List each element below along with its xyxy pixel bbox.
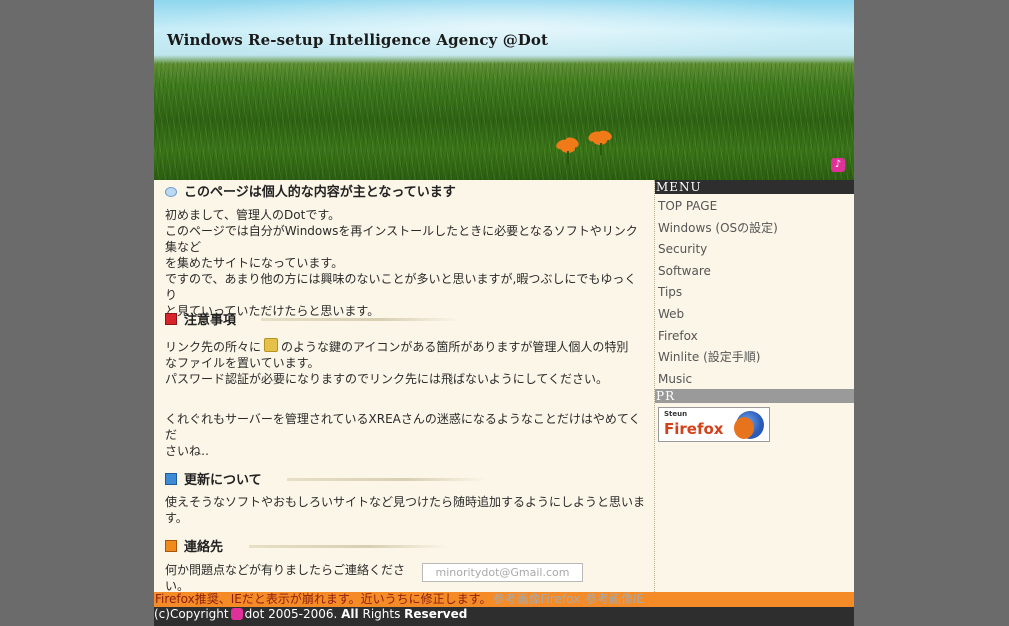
notice-paragraph: リンク先の所々に のような鍵のアイコンがある箇所がありますが管理人個人の特別 なフ… bbox=[165, 338, 645, 387]
banner-text: Firefox bbox=[664, 420, 724, 438]
section-divider bbox=[249, 545, 449, 548]
section-heading-notice: 注意事項 bbox=[165, 309, 461, 328]
banner-text: Steun bbox=[664, 410, 688, 418]
page-container: Windows Re-setup Intelligence Agency @Do… bbox=[154, 0, 854, 626]
menu-item-windows[interactable]: Windows (OSの設定) bbox=[658, 220, 778, 236]
text-line: くれぐれもサーバーを管理されているXREAさんの迷惑になるようなことだけはやめて… bbox=[165, 412, 641, 442]
email-address-image: minoritydot@Gmail.com bbox=[422, 563, 583, 582]
updates-paragraph: 使えそうなソフトやおもしろいサイトなど見つけたら随時追加するようにしようと思いま… bbox=[165, 494, 645, 526]
flower-icon bbox=[586, 128, 616, 158]
text-line: パスワード認証が必要になりますのでリンク先には飛ばないようにしてください。 bbox=[165, 372, 609, 386]
blue-flag-icon bbox=[165, 473, 177, 485]
firefox-logo-icon bbox=[734, 411, 764, 439]
copyright-all: All bbox=[341, 607, 359, 621]
flower-icon bbox=[554, 135, 584, 166]
speech-bubble-icon bbox=[165, 187, 177, 197]
text-line: さいね‥ bbox=[165, 444, 210, 458]
section-title: 注意事項 bbox=[184, 313, 237, 328]
sidebar: MENU TOP PAGE Windows (OSの設定) Security S… bbox=[654, 180, 854, 592]
section-heading-updates: 更新について bbox=[165, 469, 487, 488]
menu-item-web[interactable]: Web bbox=[658, 306, 684, 322]
text-line: を集めたサイトになっています。 bbox=[165, 256, 344, 270]
menu-heading: MENU bbox=[655, 180, 854, 194]
text-fragment: のような鍵のアイコンがある箇所がありますが管理人個人の特別 bbox=[281, 340, 629, 354]
text-fragment: リンク先の所々に bbox=[165, 340, 262, 354]
orange-flag-icon bbox=[165, 540, 177, 552]
text-line: 何か問題点などが有りましたらご連絡ください。 bbox=[165, 563, 406, 593]
footer-note-text: Firefox推奨、IEだと表示が崩れます。近いうちに修正します。 bbox=[155, 592, 492, 606]
text-line: なファイルを置いています。 bbox=[165, 356, 320, 370]
section-divider bbox=[287, 478, 487, 481]
screenshot-firefox-link[interactable]: 参考画像Firefox bbox=[491, 592, 580, 606]
copyright-rights: Rights bbox=[362, 607, 401, 621]
grass-texture bbox=[154, 62, 854, 180]
music-note-icon[interactable]: ♪ bbox=[831, 158, 845, 172]
text-line: このページでは自分がWindowsを再インストールしたときに必要となるソフトやリ… bbox=[165, 224, 638, 254]
menu-item-music[interactable]: Music bbox=[658, 371, 692, 387]
screenshot-ie-link[interactable]: 参考画像IE bbox=[584, 592, 644, 606]
text-line: 使えそうなソフトやおもしろいサイトなど見つけたら随時追加するようにしようと思いま… bbox=[165, 495, 646, 525]
copyright-prefix: (c)Copyright bbox=[154, 607, 229, 621]
text-line: 初めまして、管理人のDotです。 bbox=[165, 208, 341, 222]
dot-logo-icon bbox=[230, 608, 243, 620]
text-line: と見ていっていただけたらと思います。 bbox=[165, 304, 380, 318]
text-line: リンク先の所々に のような鍵のアイコンがある箇所がありますが管理人個人の特別 bbox=[165, 338, 645, 355]
intro-paragraph: 初めまして、管理人のDotです。 このページでは自分がWindowsを再インスト… bbox=[165, 207, 645, 319]
copyright-name: dot 2005-2006. bbox=[244, 607, 338, 621]
contact-paragraph: 何か問題点などが有りましたらご連絡ください。 bbox=[165, 562, 425, 594]
menu-item-top-page[interactable]: TOP PAGE bbox=[658, 198, 717, 214]
section-title: 連絡先 bbox=[184, 540, 224, 555]
red-flag-icon bbox=[165, 313, 177, 325]
menu-item-winlite[interactable]: Winlite (設定手順) bbox=[658, 349, 760, 365]
firefox-banner[interactable]: Steun Firefox bbox=[658, 407, 770, 442]
footer-notice: Firefox推奨、IEだと表示が崩れます。近いうちに修正します。参考画像Fir… bbox=[154, 592, 854, 607]
menu-item-firefox[interactable]: Firefox bbox=[658, 328, 698, 344]
main-content: このページは個人的な内容が主となっています 初めまして、管理人のDotです。 こ… bbox=[154, 180, 654, 594]
copyright-reserved: Reserved bbox=[404, 607, 468, 621]
menu-item-software[interactable]: Software bbox=[658, 263, 711, 279]
notice-warning-paragraph: くれぐれもサーバーを管理されているXREAさんの迷惑になるようなことだけはやめて… bbox=[165, 411, 645, 459]
section-title: このページは個人的な内容が主となっています bbox=[184, 185, 456, 200]
pr-heading: PR bbox=[655, 389, 854, 403]
text-line: ですので、あまり他の方には興味のないことが多いと思いますが,暇つぶしにでもゆっく… bbox=[165, 272, 637, 302]
site-title: Windows Re-setup Intelligence Agency @Do… bbox=[167, 31, 549, 49]
copyright-bar: (c)Copyright dot 2005-2006. All Rights Re… bbox=[154, 607, 854, 626]
section-divider bbox=[261, 318, 461, 321]
section-heading-contact: 連絡先 bbox=[165, 536, 449, 555]
section-title: 更新について bbox=[184, 473, 262, 488]
menu-item-tips[interactable]: Tips bbox=[658, 284, 682, 300]
lock-icon bbox=[264, 338, 279, 352]
section-heading-intro: このページは個人的な内容が主となっています bbox=[165, 181, 456, 200]
menu-item-security[interactable]: Security bbox=[658, 241, 707, 257]
header-banner: Windows Re-setup Intelligence Agency @Do… bbox=[154, 0, 854, 180]
